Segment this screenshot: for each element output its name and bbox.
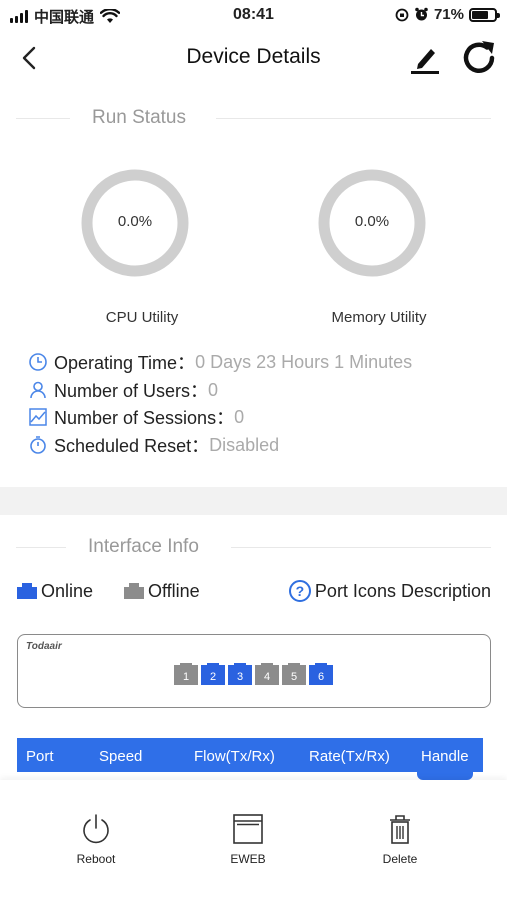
port-icons-description-label[interactable]: Port Icons Description <box>315 581 491 602</box>
memory-gauge: 0.0% <box>317 168 427 278</box>
handle-button-peek[interactable] <box>417 772 473 780</box>
orientation-lock-icon <box>395 8 409 21</box>
col-handle: Handle <box>421 748 469 765</box>
col-port: Port <box>26 748 54 765</box>
device-panel: Todaair 123456 <box>17 634 491 708</box>
section-divider <box>0 487 507 515</box>
port-4[interactable]: 4 <box>255 663 279 685</box>
port-1[interactable]: 1 <box>174 663 198 685</box>
sessions-value: 0 <box>234 406 245 427</box>
port-5[interactable]: 5 <box>282 663 306 685</box>
users-label: Number of Users： <box>54 381 209 401</box>
run-status-header: Run Status <box>16 103 491 133</box>
operating-time-value: 0 Days 23 Hours 1 Minutes <box>195 351 413 372</box>
chart-icon <box>29 408 47 426</box>
power-icon <box>83 814 109 844</box>
sessions-row: Number of Sessions： 0 <box>28 405 244 429</box>
legend-online: Online <box>17 578 93 604</box>
interface-info-header: Interface Info <box>16 532 491 562</box>
legend-offline-label: Offline <box>148 580 200 601</box>
reboot-button[interactable]: Reboot <box>46 812 146 866</box>
col-rate: Rate(Tx/Rx) <box>309 748 390 765</box>
offline-port-icon <box>124 583 144 599</box>
port-3[interactable]: 3 <box>228 663 252 685</box>
status-right: 71% <box>395 6 500 23</box>
legend-offline: Offline <box>124 578 200 604</box>
delete-button[interactable]: Delete <box>350 812 450 866</box>
reboot-label[interactable]: Reboot <box>77 852 116 866</box>
edit-pen-icon[interactable] <box>407 40 443 76</box>
eweb-button[interactable]: EWEB <box>198 812 298 866</box>
users-row: Number of Users： 0 <box>28 378 218 402</box>
sessions-label: Number of Sessions： <box>54 408 235 428</box>
operating-time-row: Operating Time： 0 Days 23 Hours 1 Minute… <box>28 350 412 374</box>
port-table-header: Port Speed Flow(Tx/Rx) Rate(Tx/Rx) Handl… <box>17 738 483 772</box>
eweb-label[interactable]: EWEB <box>230 852 265 866</box>
help-icon[interactable]: ? <box>288 580 311 602</box>
device-brand: Todaair <box>26 641 62 652</box>
trash-icon <box>390 815 410 844</box>
refresh-icon[interactable] <box>459 38 499 78</box>
cpu-value: 0.0% <box>117 213 153 230</box>
battery-percent: 71% <box>433 6 464 23</box>
run-status-title: Run Status <box>92 107 186 128</box>
delete-label[interactable]: Delete <box>383 852 418 866</box>
memory-value: 0.0% <box>354 213 390 230</box>
interface-info-title: Interface Info <box>88 536 199 557</box>
col-speed: Speed <box>99 748 143 765</box>
col-flow: Flow(Tx/Rx) <box>194 748 275 765</box>
memory-label: Memory Utility <box>331 309 427 326</box>
battery-icon <box>469 7 500 22</box>
timer-icon <box>30 436 46 454</box>
user-icon <box>30 381 46 399</box>
scheduled-reset-label: Scheduled Reset： <box>54 436 210 456</box>
port-2[interactable]: 2 <box>201 663 225 685</box>
browser-window-icon <box>233 814 263 844</box>
cpu-label: CPU Utility <box>105 309 179 326</box>
online-port-icon <box>17 583 37 599</box>
cpu-gauge: 0.0% <box>80 168 190 278</box>
operating-time-label: Operating Time： <box>54 353 196 373</box>
nav-bar: Device Details <box>0 32 507 84</box>
legend-online-label: Online <box>41 580 94 601</box>
port-list: 123456 <box>174 663 333 685</box>
clock-icon <box>29 353 47 371</box>
alarm-icon <box>415 7 428 21</box>
bottom-action-bar: Reboot EWEB Delete <box>0 780 507 900</box>
status-bar: 中国联通 08:41 71% <box>0 0 507 32</box>
scheduled-reset-value: Disabled <box>209 434 280 455</box>
port-6[interactable]: 6 <box>309 663 333 685</box>
port-icons-description-link[interactable]: ? Port Icons Description <box>288 580 491 602</box>
users-value: 0 <box>208 379 219 400</box>
scheduled-reset-row: Scheduled Reset： Disabled <box>28 433 279 457</box>
